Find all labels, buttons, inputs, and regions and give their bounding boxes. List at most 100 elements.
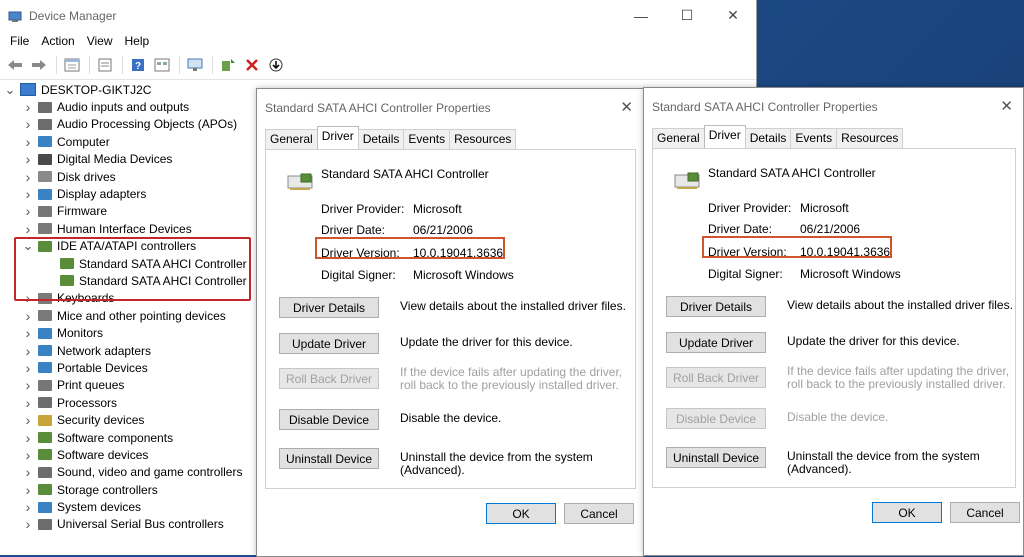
tree-item[interactable]: › Universal Serial Bus controllers — [0, 516, 256, 533]
tree-item[interactable]: › Software devices — [0, 446, 256, 463]
tree-item[interactable]: › Storage controllers — [0, 481, 256, 498]
uninstall-icon[interactable] — [241, 54, 263, 76]
menu-file[interactable]: File — [4, 34, 35, 48]
back-icon[interactable] — [4, 54, 26, 76]
update-driver-button[interactable]: Update Driver — [666, 332, 766, 353]
chevron-right-icon[interactable]: › — [22, 430, 34, 446]
tree-item[interactable]: › Sound, video and game controllers — [0, 464, 256, 481]
properties-icon[interactable] — [61, 54, 83, 76]
field-value: Microsoft — [413, 202, 462, 216]
monitor-icon[interactable] — [184, 54, 206, 76]
tab-driver[interactable]: Driver — [316, 126, 359, 149]
chevron-right-icon[interactable]: › — [22, 516, 34, 532]
tree-item[interactable]: › Firmware — [0, 203, 256, 220]
field-value: Microsoft Windows — [800, 267, 901, 281]
tree-item[interactable]: › Processors — [0, 394, 256, 411]
tree-item-label: Mice and other pointing devices — [57, 308, 226, 323]
tab-resources[interactable]: Resources — [836, 128, 904, 148]
device-category-icon — [38, 379, 52, 391]
chevron-right-icon[interactable]: › — [22, 325, 34, 341]
update-driver-button[interactable]: Update Driver — [279, 333, 379, 354]
chevron-right-icon[interactable]: › — [22, 116, 34, 132]
dialog-title: Standard SATA AHCI Controller Properties — [652, 99, 878, 114]
add-driver-icon[interactable] — [217, 54, 239, 76]
tree-item[interactable]: › Audio Processing Objects (APOs) — [0, 116, 256, 133]
tab-events[interactable]: Events — [790, 128, 838, 148]
list-view-icon[interactable] — [94, 54, 116, 76]
chevron-right-icon[interactable]: › — [22, 395, 34, 411]
forward-icon[interactable] — [28, 54, 50, 76]
tree-item-label: Disk drives — [57, 169, 116, 184]
driver-details-button[interactable]: Driver Details — [279, 297, 379, 318]
chevron-right-icon[interactable]: › — [22, 203, 34, 219]
chevron-right-icon[interactable]: › — [22, 464, 34, 480]
tree-item[interactable]: › Disk drives — [0, 168, 256, 185]
chevron-right-icon[interactable]: › — [22, 377, 34, 393]
chevron-right-icon[interactable]: › — [22, 343, 34, 359]
field-value: 06/21/2006 — [413, 223, 474, 237]
uninstall-device-button[interactable]: Uninstall Device — [279, 448, 379, 469]
tree-item[interactable]: › Portable Devices — [0, 359, 256, 376]
dialog-close-button[interactable]: ✕ — [620, 98, 633, 116]
chevron-right-icon[interactable]: › — [22, 499, 34, 515]
tree-item[interactable]: › Display adapters — [0, 185, 256, 202]
chevron-right-icon[interactable]: › — [22, 412, 34, 428]
menu-view[interactable]: View — [81, 34, 119, 48]
chevron-right-icon[interactable]: › — [22, 482, 34, 498]
chevron-right-icon[interactable]: › — [22, 308, 34, 324]
title-bar: Device Manager — ☐ ✕ — [0, 0, 756, 31]
tree-item[interactable]: › Human Interface Devices — [0, 220, 256, 237]
tree-item[interactable]: › System devices — [0, 498, 256, 515]
menu-help[interactable]: Help — [119, 34, 156, 48]
maximize-button[interactable]: ☐ — [664, 0, 710, 31]
device-category-icon — [38, 501, 52, 513]
tab-details[interactable]: Details — [744, 128, 792, 148]
tree-item-label: Firmware — [57, 204, 107, 219]
tree-item-label: Portable Devices — [57, 360, 148, 375]
tree-item[interactable]: › Software components — [0, 429, 256, 446]
tree-item[interactable]: › Network adapters — [0, 342, 256, 359]
chevron-right-icon[interactable]: › — [22, 169, 34, 185]
resource-view-icon[interactable] — [151, 54, 173, 76]
uninstall-device-button[interactable]: Uninstall Device — [666, 447, 766, 468]
cancel-button[interactable]: Cancel — [950, 502, 1020, 523]
update-driver-icon[interactable] — [265, 54, 287, 76]
tab-general[interactable]: General — [652, 128, 705, 148]
tab-driver[interactable]: Driver — [703, 125, 746, 148]
dialog-close-button[interactable]: ✕ — [1000, 97, 1013, 115]
help-icon[interactable]: ? — [127, 54, 149, 76]
chevron-right-icon[interactable]: › — [22, 447, 34, 463]
properties-dialog: Standard SATA AHCI Controller Properties… — [643, 87, 1024, 556]
menu-action[interactable]: Action — [35, 34, 80, 48]
tab-resources[interactable]: Resources — [449, 129, 517, 149]
field-value: Microsoft Windows — [413, 268, 514, 282]
device-category-icon — [38, 397, 52, 409]
close-button[interactable]: ✕ — [710, 0, 756, 31]
ok-button[interactable]: OK — [872, 502, 942, 523]
ok-button[interactable]: OK — [486, 503, 556, 524]
driver-details-button[interactable]: Driver Details — [666, 296, 766, 317]
chevron-down-icon[interactable]: ⌄ — [4, 82, 16, 98]
tree-item[interactable]: › Audio inputs and outputs — [0, 98, 256, 115]
tree-item[interactable]: › Print queues — [0, 377, 256, 394]
tree-item[interactable]: › Monitors — [0, 324, 256, 341]
chevron-right-icon[interactable]: › — [22, 360, 34, 376]
tree-item[interactable]: › Mice and other pointing devices — [0, 307, 256, 324]
tree-root-computer[interactable]: ⌄ DESKTOP-GIKTJ2C — [0, 81, 256, 98]
device-category-icon — [38, 205, 52, 217]
tree-item[interactable]: › Computer — [0, 133, 256, 150]
chevron-right-icon[interactable]: › — [22, 151, 34, 167]
device-category-icon — [38, 432, 52, 443]
disable-device-button[interactable]: Disable Device — [279, 409, 379, 430]
chevron-right-icon[interactable]: › — [22, 134, 34, 150]
chevron-right-icon[interactable]: › — [22, 99, 34, 115]
chevron-right-icon[interactable]: › — [22, 186, 34, 202]
chevron-right-icon[interactable]: › — [22, 221, 34, 237]
tab-details[interactable]: Details — [357, 129, 405, 149]
tab-general[interactable]: General — [265, 129, 318, 149]
tab-events[interactable]: Events — [403, 129, 451, 149]
minimize-button[interactable]: — — [618, 0, 664, 31]
cancel-button[interactable]: Cancel — [564, 503, 634, 524]
tree-item[interactable]: › Digital Media Devices — [0, 151, 256, 168]
tree-item[interactable]: › Security devices — [0, 411, 256, 428]
